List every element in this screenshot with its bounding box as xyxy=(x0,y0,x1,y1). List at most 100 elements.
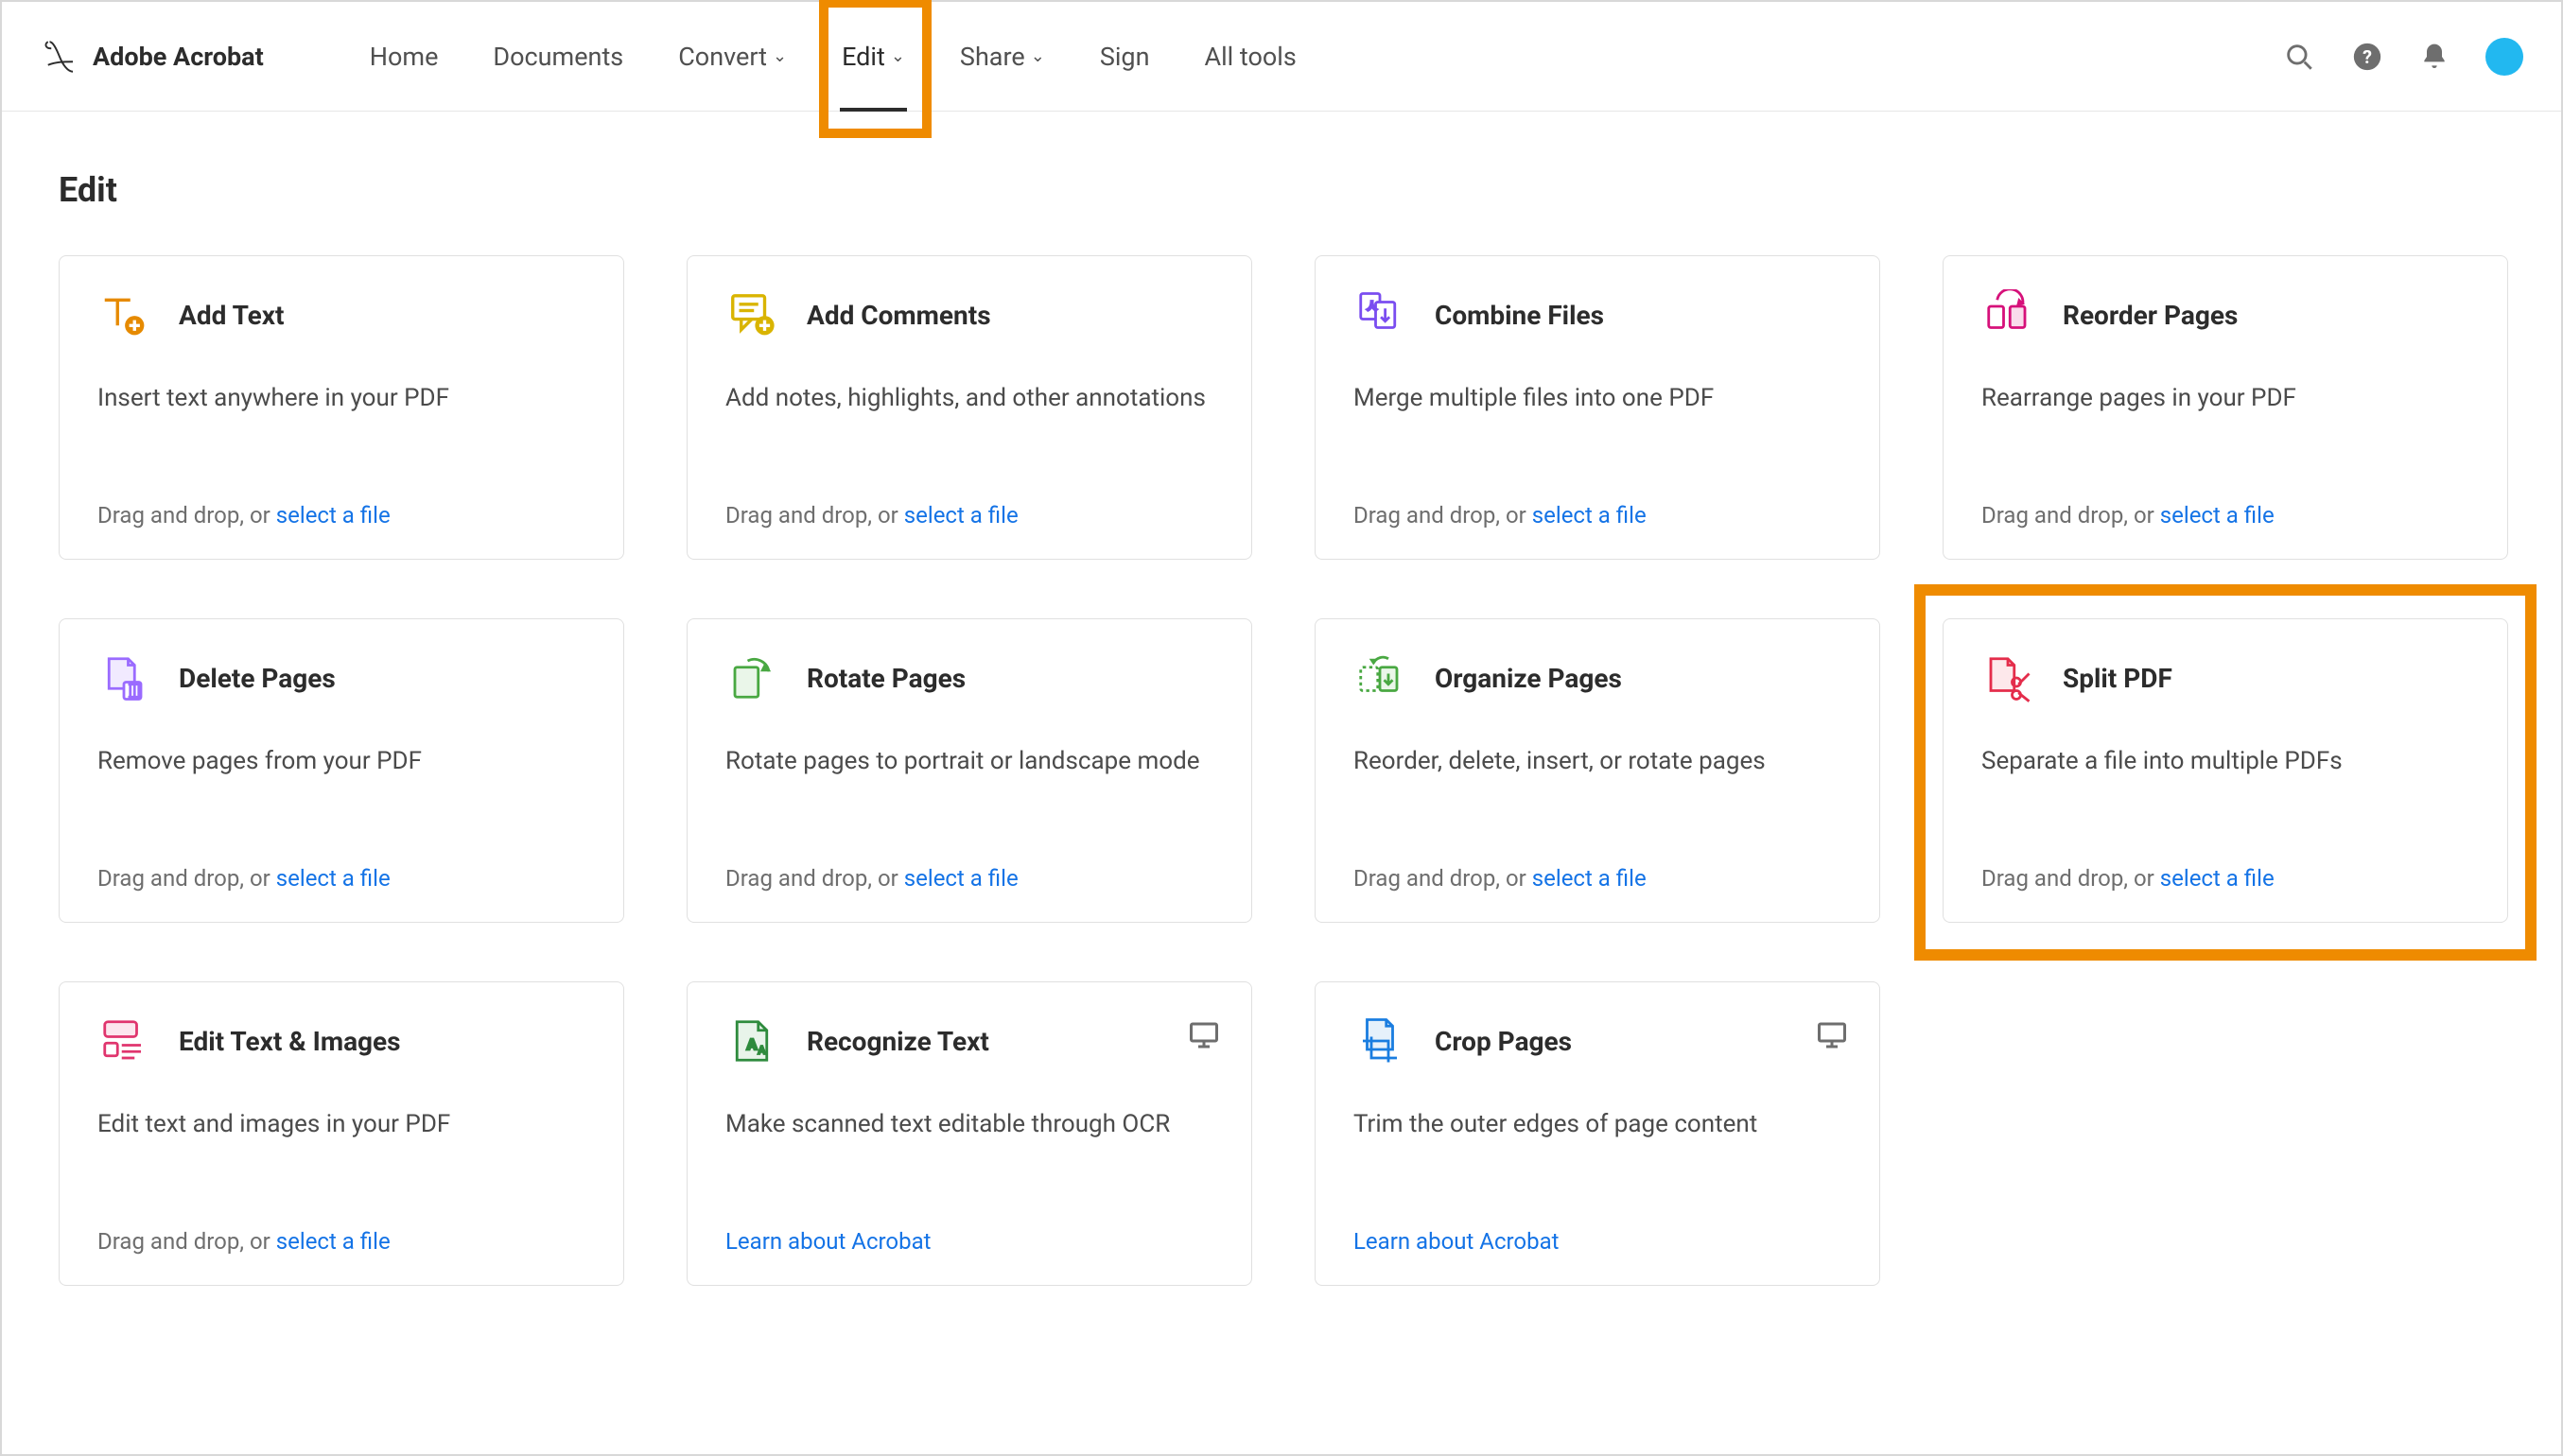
acrobat-logo-icon xyxy=(40,37,79,77)
nav-convert[interactable]: Convert ⌄ xyxy=(676,42,789,72)
card-desc: Edit text and images in your PDF xyxy=(97,1109,585,1141)
card-title: Organize Pages xyxy=(1435,663,1622,694)
rotate-pages-icon xyxy=(725,651,778,704)
select-file-link[interactable]: select a file xyxy=(2160,865,2275,892)
search-icon[interactable] xyxy=(2283,41,2315,73)
card-crop-pages[interactable]: Crop Pages Trim the outer edges of page … xyxy=(1315,981,1880,1286)
page-title: Edit xyxy=(59,170,2504,210)
card-edit-text-images[interactable]: Edit Text & Images Edit text and images … xyxy=(59,981,624,1286)
nav-all-tools[interactable]: All tools xyxy=(1202,42,1298,72)
reorder-pages-icon xyxy=(1981,288,2034,341)
card-footer: Drag and drop, or select a file xyxy=(1981,460,2469,529)
card-footer: Drag and drop, or select a file xyxy=(1353,460,1841,529)
nav-active-underline xyxy=(840,108,907,112)
notifications-icon[interactable] xyxy=(2419,42,2450,72)
select-file-link[interactable]: select a file xyxy=(2160,502,2275,529)
learn-acrobat-link[interactable]: Learn about Acrobat xyxy=(725,1228,932,1255)
card-title: Rotate Pages xyxy=(807,663,966,694)
delete-pages-icon xyxy=(97,651,150,704)
card-desc: Remove pages from your PDF xyxy=(97,746,585,778)
card-title: Crop Pages xyxy=(1435,1026,1572,1057)
card-footer: Drag and drop, or select a file xyxy=(97,1187,585,1255)
chevron-down-icon: ⌄ xyxy=(773,46,787,66)
card-title: Recognize Text xyxy=(807,1026,989,1057)
card-footer: Drag and drop, or select a file xyxy=(725,823,1213,892)
card-split-pdf[interactable]: Split PDF Separate a file into multiple … xyxy=(1943,618,2508,923)
card-desc: Rotate pages to portrait or landscape mo… xyxy=(725,746,1213,778)
chevron-down-icon: ⌄ xyxy=(891,46,905,66)
nav-documents[interactable]: Documents xyxy=(491,42,625,72)
add-comments-icon xyxy=(725,288,778,341)
select-file-link[interactable]: select a file xyxy=(276,1228,391,1255)
crop-pages-icon xyxy=(1353,1014,1406,1067)
card-footer: Drag and drop, or select a file xyxy=(97,460,585,529)
nav-home[interactable]: Home xyxy=(368,42,441,72)
card-footer: Learn about Acrobat xyxy=(1353,1187,1841,1255)
drag-drop-text: Drag and drop, or xyxy=(1353,502,1532,529)
card-title: Edit Text & Images xyxy=(179,1026,401,1057)
card-recognize-text[interactable]: A A Recognize Text Make scanned text edi… xyxy=(687,981,1252,1286)
help-icon[interactable]: ? xyxy=(2351,41,2383,73)
card-footer: Drag and drop, or select a file xyxy=(725,460,1213,529)
card-desc: Insert text anywhere in your PDF xyxy=(97,383,585,415)
card-add-comments[interactable]: Add Comments Add notes, highlights, and … xyxy=(687,255,1252,560)
card-desc: Merge multiple files into one PDF xyxy=(1353,383,1841,415)
select-file-link[interactable]: select a file xyxy=(276,502,391,529)
drag-drop-text: Drag and drop, or xyxy=(97,1228,276,1255)
nav-edit-label: Edit xyxy=(842,42,885,72)
select-file-link[interactable]: select a file xyxy=(276,865,391,892)
drag-drop-text: Drag and drop, or xyxy=(1981,865,2160,892)
card-reorder-pages[interactable]: Reorder Pages Rearrange pages in your PD… xyxy=(1943,255,2508,560)
card-title: Reorder Pages xyxy=(2063,300,2238,331)
card-organize-pages[interactable]: Organize Pages Reorder, delete, insert, … xyxy=(1315,618,1880,923)
nav-convert-label: Convert xyxy=(678,42,767,72)
card-desc: Trim the outer edges of page content xyxy=(1353,1109,1841,1141)
combine-files-icon: 人 xyxy=(1353,288,1406,341)
desktop-only-icon xyxy=(1815,1018,1849,1052)
recognize-text-icon: A A xyxy=(725,1014,778,1067)
drag-drop-text: Drag and drop, or xyxy=(1353,865,1532,892)
card-delete-pages[interactable]: Delete Pages Remove pages from your PDF … xyxy=(59,618,624,923)
svg-text:?: ? xyxy=(2362,46,2372,68)
tools-grid: Add Text Insert text anywhere in your PD… xyxy=(59,255,2504,1286)
select-file-link[interactable]: select a file xyxy=(1532,502,1647,529)
main-nav: Home Documents Convert ⌄ Edit ⌄ Share ⌄ … xyxy=(368,42,1299,72)
card-title: Add Comments xyxy=(807,300,991,331)
card-footer: Drag and drop, or select a file xyxy=(1353,823,1841,892)
brand: Adobe Acrobat xyxy=(40,37,264,77)
select-file-link[interactable]: select a file xyxy=(1532,865,1647,892)
svg-text:人: 人 xyxy=(1368,300,1378,312)
card-combine-files[interactable]: 人 Combine Files Merge multiple files int… xyxy=(1315,255,1880,560)
brand-name: Adobe Acrobat xyxy=(93,42,264,72)
card-footer: Drag and drop, or select a file xyxy=(1981,823,2469,892)
learn-acrobat-link[interactable]: Learn about Acrobat xyxy=(1353,1228,1560,1255)
add-text-icon xyxy=(97,288,150,341)
card-footer: Drag and drop, or select a file xyxy=(97,823,585,892)
card-title: Split PDF xyxy=(2063,663,2172,694)
card-rotate-pages[interactable]: Rotate Pages Rotate pages to portrait or… xyxy=(687,618,1252,923)
card-title: Combine Files xyxy=(1435,300,1604,331)
edit-text-images-icon xyxy=(97,1014,150,1067)
chevron-down-icon: ⌄ xyxy=(1031,46,1045,66)
svg-text:A: A xyxy=(758,1045,766,1057)
nav-share-label: Share xyxy=(960,42,1025,72)
card-desc: Add notes, highlights, and other annotat… xyxy=(725,383,1213,415)
nav-share[interactable]: Share ⌄ xyxy=(958,42,1047,72)
drag-drop-text: Drag and drop, or xyxy=(725,865,904,892)
nav-sign[interactable]: Sign xyxy=(1098,42,1152,72)
card-title: Add Text xyxy=(179,300,285,331)
user-avatar[interactable] xyxy=(2485,38,2523,76)
card-add-text[interactable]: Add Text Insert text anywhere in your PD… xyxy=(59,255,624,560)
card-footer: Learn about Acrobat xyxy=(725,1187,1213,1255)
svg-text:A: A xyxy=(747,1035,758,1053)
app-header: Adobe Acrobat Home Documents Convert ⌄ E… xyxy=(2,2,2561,112)
drag-drop-text: Drag and drop, or xyxy=(725,502,904,529)
organize-pages-icon xyxy=(1353,651,1406,704)
card-desc: Reorder, delete, insert, or rotate pages xyxy=(1353,746,1841,778)
card-desc: Make scanned text editable through OCR xyxy=(725,1109,1213,1141)
nav-edit[interactable]: Edit ⌄ xyxy=(840,42,907,72)
select-file-link[interactable]: select a file xyxy=(904,502,1019,529)
card-desc: Rearrange pages in your PDF xyxy=(1981,383,2469,415)
content: Edit Add Text Insert text anywhere in yo… xyxy=(2,112,2561,1324)
select-file-link[interactable]: select a file xyxy=(904,865,1019,892)
